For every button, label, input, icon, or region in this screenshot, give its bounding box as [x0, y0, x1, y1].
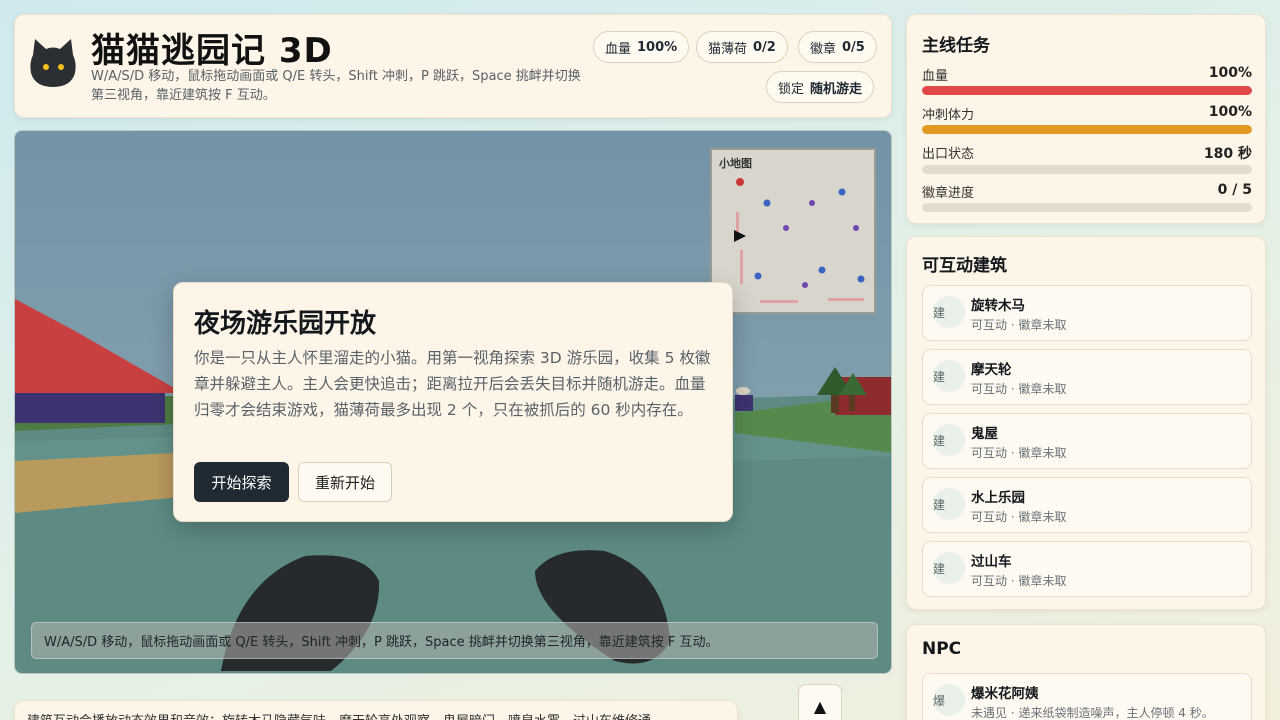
- catnip-pill-value: 0/2: [753, 39, 776, 55]
- stat-bar: [922, 125, 1252, 134]
- scroll-up-button[interactable]: ▲: [798, 684, 842, 720]
- building-name: 过山车: [971, 554, 1012, 570]
- game-header: 猫猫逃园记 3D W/A/S/D 移动，鼠标拖动画面或 Q/E 转头，Shift…: [14, 14, 892, 118]
- quest-stat: 出口状态 180 秒: [922, 143, 1252, 174]
- stat-value: 0 / 5: [1217, 182, 1252, 198]
- start-explore-button[interactable]: 开始探索: [194, 462, 289, 502]
- building-icon-glyph: 建: [933, 561, 946, 576]
- stat-value: 180 秒: [1203, 146, 1252, 162]
- stat-bar: [922, 203, 1252, 212]
- badge-pill-label: 徽章: [810, 41, 837, 57]
- building-icon: 建: [933, 424, 965, 456]
- building-icon: 建: [933, 296, 965, 328]
- control-hint-bar: W/A/S/D 移动，鼠标拖动画面或 Q/E 转头，Shift 冲刺，P 跳跃，…: [31, 622, 878, 659]
- building-icon-glyph: 建: [933, 305, 946, 320]
- npc-title: NPC: [922, 639, 962, 659]
- quest-stat: 血量 100%: [922, 65, 1252, 95]
- minimap: 小地图: [710, 148, 876, 314]
- stat-value: 100%: [1208, 104, 1252, 120]
- npc-panel: NPC 爆 爆米花阿姨未遇见 · 递来纸袋制造噪声，主人停顿 4 秒。: [906, 624, 1266, 720]
- building-effects-note: 建筑互动会播放动态效果和音效：旋转木马隐藏气味，摩天轮高处观察，鬼屋暗门，喷泉水…: [14, 700, 738, 720]
- building-icon: 建: [933, 552, 965, 584]
- building-icon: 建: [933, 488, 965, 520]
- buildings-panel: 可互动建筑 建旋转木马 可互动 · 徽章未取建摩天轮 可互动 · 徽章未取建鬼屋 可互…: [906, 236, 1266, 610]
- minimap-map: [734, 178, 865, 303]
- quest-title: 主线任务: [922, 36, 990, 56]
- npc-status: 未遇见 · 递来纸袋制造噪声，主人停顿 4 秒。: [971, 706, 1214, 720]
- building-item[interactable]: 建 水上乐园可互动 · 徽章未取: [922, 477, 1252, 533]
- building-status: 可互动 · 徽章未取: [971, 446, 1067, 460]
- quest-stat: 冲刺体力 100%: [922, 104, 1252, 134]
- buildings-title: 可互动建筑: [922, 256, 1007, 276]
- hp-pill-label: 血量: [605, 41, 632, 57]
- stat-label: 血量: [922, 69, 949, 84]
- building-name: 摩天轮: [971, 362, 1012, 378]
- stat-label: 徽章进度: [922, 186, 975, 201]
- stat-label: 出口状态: [922, 147, 975, 162]
- stat-value: 100%: [1208, 65, 1252, 81]
- building-status: 可互动 · 徽章未取: [971, 382, 1067, 396]
- building-item[interactable]: 建 过山车可互动 · 徽章未取: [922, 541, 1252, 597]
- building-icon-glyph: 建: [933, 369, 946, 384]
- building-status: 可互动 · 徽章未取: [971, 510, 1067, 524]
- building-icon-glyph: 建: [933, 433, 946, 448]
- lock-pill-value: 随机游走: [810, 81, 863, 97]
- catnip-pill-label: 猫薄荷: [708, 41, 748, 57]
- stat-bar: [922, 165, 1252, 174]
- restart-button[interactable]: 重新开始: [298, 462, 392, 502]
- building-status: 可互动 · 徽章未取: [971, 574, 1067, 588]
- badge-pill: 徽章 0/5: [798, 31, 877, 63]
- npc-icon: 爆: [933, 684, 965, 716]
- stat-bar-fill: [922, 86, 1252, 95]
- stat-bar: [922, 86, 1252, 95]
- hp-pill: 血量 100%: [593, 31, 690, 63]
- page-title: 猫猫逃园记 3D: [91, 31, 333, 71]
- building-item[interactable]: 建 鬼屋可互动 · 徽章未取: [922, 413, 1252, 469]
- building-name: 旋转木马: [971, 298, 1025, 314]
- building-icon-glyph: 建: [933, 497, 946, 512]
- building-status: 可互动 · 徽章未取: [971, 318, 1067, 332]
- stat-bar-fill: [922, 125, 1252, 134]
- badge-pill-value: 0/5: [842, 39, 865, 55]
- quest-stat: 徽章进度 0 / 5: [922, 182, 1252, 212]
- building-icon: 建: [933, 360, 965, 392]
- lock-pill-label: 锁定: [778, 81, 805, 97]
- npc-name: 爆米花阿姨: [971, 686, 1039, 702]
- building-name: 水上乐园: [971, 490, 1025, 506]
- lock-status-pill: 锁定 随机游走: [766, 71, 875, 103]
- npc-item[interactable]: 爆 爆米花阿姨未遇见 · 递来纸袋制造噪声，主人停顿 4 秒。: [922, 673, 1252, 720]
- building-item[interactable]: 建 摩天轮可互动 · 徽章未取: [922, 349, 1252, 405]
- dialog-title: 夜场游乐园开放: [194, 309, 377, 339]
- start-dialog: 夜场游乐园开放 你是一只从主人怀里溜走的小猫。用第一视角探索 3D 游乐园，收集…: [173, 282, 733, 522]
- building-item[interactable]: 建 旋转木马可互动 · 徽章未取: [922, 285, 1252, 341]
- dialog-description: 你是一只从主人怀里溜走的小猫。用第一视角探索 3D 游乐园，收集 5 枚徽章并躲…: [194, 349, 711, 419]
- stat-label: 冲刺体力: [922, 108, 975, 123]
- npc-icon-glyph: 爆: [933, 693, 946, 708]
- controls-subtitle: W/A/S/D 移动，鼠标拖动画面或 Q/E 转头，Shift 冲刺，P 跳跃，…: [91, 69, 581, 103]
- building-name: 鬼屋: [971, 426, 998, 442]
- hp-pill-value: 100%: [637, 39, 678, 55]
- catnip-pill: 猫薄荷 0/2: [696, 31, 788, 63]
- main-quest-panel: 主线任务 血量 100% 冲刺体力 100% 出口状态 180 秒徽章进度 0 / 5: [906, 14, 1266, 224]
- cat-head-icon: [30, 39, 76, 87]
